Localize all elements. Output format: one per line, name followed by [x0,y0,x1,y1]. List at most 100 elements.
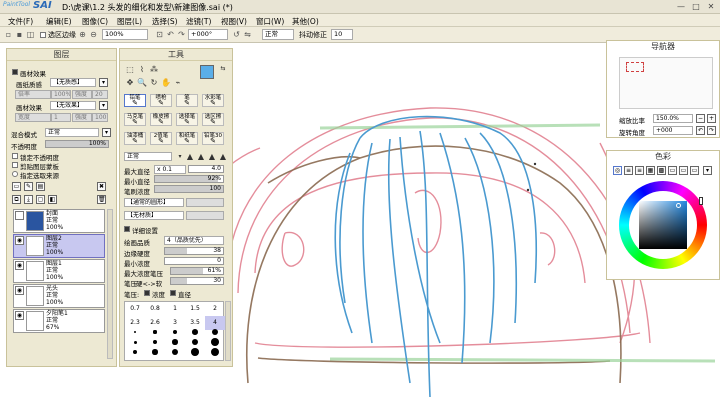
zoom-icon[interactable]: 🔍 [136,77,148,88]
visibility-checkbox[interactable] [15,211,24,220]
pressure-slider[interactable]: 30 [170,277,224,285]
quality-select[interactable]: 4（品质优先） [164,236,224,245]
eyedropper-icon[interactable]: ⌁ [172,77,184,88]
brush-size-dot[interactable] [210,347,220,357]
mixer-tab-icon[interactable]: ▦ [646,166,655,175]
color-tab-8-icon[interactable]: ▭ [690,166,699,175]
copy-layer-icon[interactable]: ⧉ [12,195,21,204]
angle-field[interactable]: +000° [188,29,228,40]
zoom-field[interactable]: 100% [102,29,148,40]
move-icon[interactable]: ✥ [124,77,136,88]
brush-size-dot[interactable] [191,348,199,356]
brush-size-cell[interactable]: 4 [205,316,225,330]
brush-size-dot[interactable] [153,330,157,334]
brush-5[interactable]: 马克笔 ✎ [124,113,146,126]
nav-zoom-value[interactable]: 150.0% [653,114,693,123]
edge-slider[interactable]: 38 [164,247,224,255]
merge-down-icon[interactable]: ⤓ [24,195,33,204]
brush-size-cell[interactable]: 2.6 [145,316,165,330]
nav-zoom-in-icon[interactable]: + [707,114,716,123]
hsv-slider-tab-icon[interactable]: ≡ [635,166,644,175]
brush-4[interactable]: 水彩笔 ✎ [202,94,224,107]
scratch-tab-icon[interactable]: ▭ [668,166,677,175]
layer-item[interactable]: ◉ 图层1 正常 100% [13,259,105,283]
delete-layer-icon[interactable]: ✖ [97,182,106,191]
clip-group-checkbox[interactable] [12,162,18,168]
brush-2[interactable]: 喷枪 ✎ [150,94,172,107]
brush-size-dot[interactable] [172,339,178,345]
trash-icon[interactable]: 🗑 [97,195,106,204]
menu-image[interactable]: 图像(C) [82,16,108,27]
lasso-icon[interactable]: ⌇ [136,64,148,75]
brush-size-dot[interactable] [152,349,158,355]
strength-value[interactable]: 20 [92,90,108,99]
effect-menu-icon[interactable]: ▾ [99,101,108,110]
eye-icon[interactable]: ◉ [15,261,24,270]
swatch-tab-icon[interactable]: ▩ [657,166,666,175]
navigator-preview[interactable] [619,57,713,109]
brush-size-dot[interactable] [134,331,136,333]
max-pressure-slider[interactable]: 61% [170,267,224,275]
rotate-icon[interactable]: ↻ [148,77,160,88]
layer-scrollbar[interactable] [107,209,113,359]
brush-size-dot[interactable] [192,329,198,335]
menu-select[interactable]: 选择(S) [152,16,178,27]
rotate-right-icon[interactable]: ↷ [177,30,186,39]
sv-square[interactable] [639,201,687,249]
brush-6[interactable]: 橡皮擦 ✎ [150,113,172,126]
reset-view-icon[interactable]: ⊡ [155,30,164,39]
menu-edit[interactable]: 编辑(E) [46,16,72,27]
navigator-viewport[interactable] [626,62,644,72]
blend-mode-select[interactable]: 正常 [262,29,294,40]
menu-filter[interactable]: 滤镜(T) [186,16,211,27]
brush-material-select[interactable]: 【无材质】 [124,211,184,220]
brush-11[interactable]: 和纸笔 ✎ [176,132,198,145]
texture-select[interactable]: 【无质感】 [50,78,96,87]
layer-item[interactable]: 封面 正常 100% [13,209,105,233]
width-value[interactable]: 1 [51,113,71,122]
color-menu-icon[interactable]: ▾ [703,166,712,175]
pressure-size-checkbox[interactable] [170,290,176,296]
brush-material-strength[interactable] [186,211,224,220]
rotate-left-icon[interactable]: ↶ [166,30,175,39]
density-slider[interactable]: 100 [154,185,224,193]
clear-layer-icon[interactable]: ▢ [36,195,45,204]
pressure-density-checkbox[interactable] [144,290,150,296]
hand-icon[interactable]: ✋ [160,77,172,88]
menu-window[interactable]: 窗口(W) [256,16,284,27]
brush-size-cell[interactable]: 0.7 [125,302,145,316]
size-scrollbar[interactable] [225,301,231,361]
layer-item[interactable]: ◉ 夕阳笔1 正常 67% [13,309,105,333]
brush-12[interactable]: 铅笔30 ✎ [202,132,224,145]
maximize-button[interactable]: □ [689,1,703,12]
eye-icon[interactable]: ◉ [15,236,24,245]
zoom-out-icon[interactable]: ⊖ [89,30,98,39]
invert-selection-icon[interactable]: ◫ [26,30,35,39]
eye-icon[interactable]: ◉ [15,286,24,295]
color-tab-7-icon[interactable]: ▭ [679,166,688,175]
min-density-slider[interactable]: 0 [164,257,224,265]
color-wheel-tab-icon[interactable]: ◎ [613,166,622,175]
deselect-icon[interactable]: ▪ [15,30,24,39]
nav-angle-value[interactable]: +000 [653,126,693,135]
brush-size-dot[interactable] [211,328,219,336]
brush-size-dot[interactable] [152,339,158,345]
lock-opacity-checkbox[interactable] [12,153,18,159]
brush-9[interactable]: 油漆桶 ✎ [124,132,146,145]
effect-select[interactable]: 【无效果】 [50,101,96,110]
brush-size-dot[interactable] [211,338,219,346]
paper-effect-toggle[interactable] [12,69,18,75]
opacity-slider[interactable]: 100% [45,140,109,148]
nav-rotate-right-icon[interactable]: ↷ [707,126,716,135]
stabilizer-select[interactable]: 10 [331,29,353,40]
brush-size-cell[interactable]: 3.5 [185,316,205,330]
texture-menu-icon[interactable]: ▾ [99,78,108,87]
brush-size-cell[interactable]: 3 [165,316,185,330]
hue-picker[interactable] [699,197,703,205]
sv-picker[interactable] [676,203,681,208]
brush-1[interactable]: 铅笔 ✎ [124,94,146,107]
max-size-multiplier[interactable]: x 0.1 [154,165,186,174]
brush-size-cell[interactable]: 0.8 [145,302,165,316]
magic-wand-icon[interactable]: ⁂ [148,64,160,75]
eye-icon[interactable]: ◉ [15,311,24,320]
